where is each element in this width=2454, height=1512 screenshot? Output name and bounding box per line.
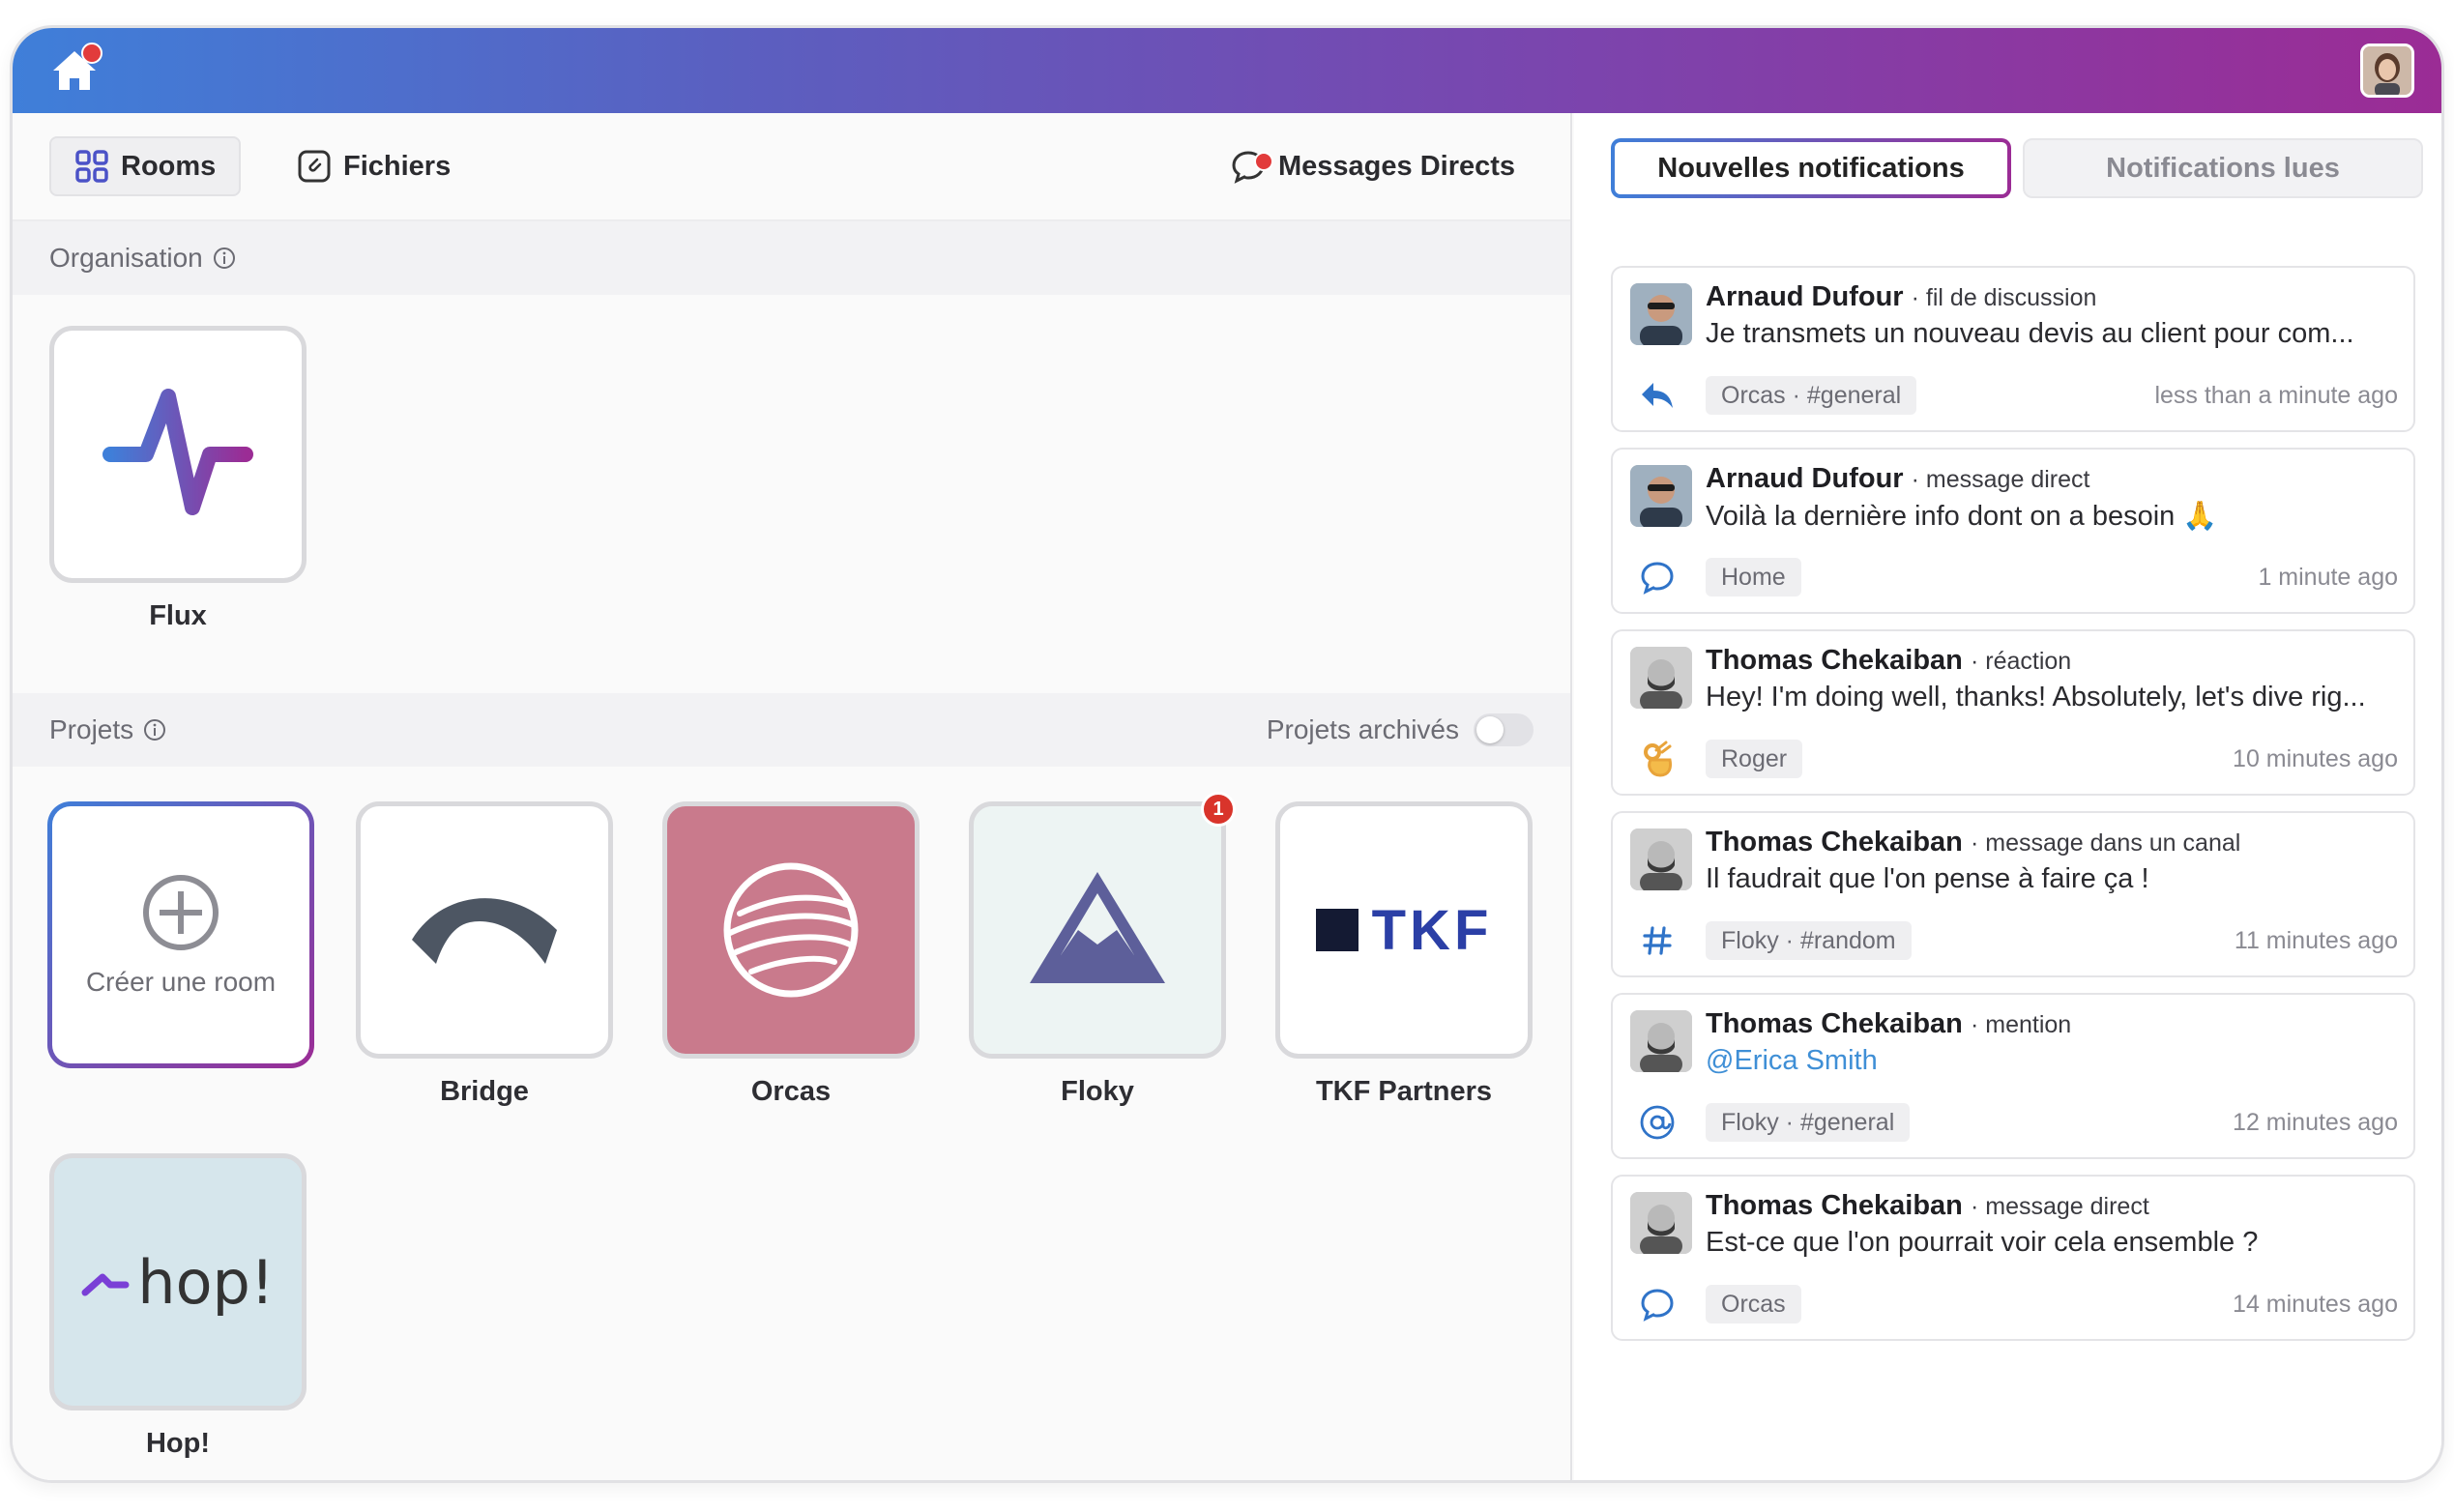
plus-circle-icon	[143, 875, 219, 950]
room-logo-tkf: TKF	[1275, 801, 1533, 1059]
hash-icon	[1638, 921, 1677, 960]
room-tile-flux[interactable]: Flux	[49, 326, 307, 632]
avatar	[1630, 283, 1692, 345]
rooms-tab-label: Rooms	[121, 150, 217, 182]
info-icon[interactable]	[213, 247, 236, 270]
grid-icon	[75, 150, 108, 183]
room-logo-flux	[49, 326, 307, 583]
author-name: Thomas Chekaiban	[1706, 645, 1963, 676]
author-name: Thomas Chekaiban	[1706, 1190, 1963, 1221]
hop-logo-text: hop!	[137, 1246, 275, 1318]
notification-dot	[81, 43, 102, 64]
avatar	[1630, 1010, 1692, 1072]
room-label: Floky	[1061, 1076, 1134, 1107]
notification-type: · fil de discussion	[1911, 284, 2097, 311]
timestamp: 1 minute ago	[2258, 564, 2398, 591]
notification-text: Hey! I'm doing well, thanks! Absolutely,…	[1706, 682, 2366, 712]
timestamp: 10 minutes ago	[2233, 745, 2398, 772]
channel-chip[interactable]: Floky · #general	[1706, 1103, 1911, 1142]
room-label: Bridge	[440, 1076, 529, 1107]
app-window: Rooms Fichiers Messages Directs Organisa…	[10, 25, 2444, 1483]
room-tile-bridge[interactable]: Bridge	[356, 801, 613, 1108]
room-logo-floky	[969, 801, 1226, 1059]
room-logo-orcas	[662, 801, 920, 1059]
notification-item[interactable]: Arnaud Dufour · fil de discussion Je tra…	[1611, 266, 2415, 432]
archived-projects-label: Projets archivés	[1266, 714, 1459, 744]
avatar	[1630, 829, 1692, 890]
author-name: Arnaud Dufour	[1706, 281, 1904, 312]
top-bar	[13, 28, 2441, 113]
room-label: Flux	[149, 600, 207, 631]
notification-text: Est-ce que l'on pourrait voir cela ensem…	[1706, 1227, 2259, 1258]
rooms-panel: Rooms Fichiers Messages Directs Organisa…	[13, 113, 1572, 1480]
notification-text: @Erica Smith	[1706, 1045, 1878, 1076]
projects-header: Projets Projets archivés	[13, 693, 1570, 767]
notification-type: · réaction	[1970, 648, 2072, 675]
organisation-title: Organisation	[49, 243, 203, 273]
notification-type: · mention	[1970, 1011, 2072, 1038]
notification-item[interactable]: Thomas Chekaiban · message direct Est-ce…	[1611, 1175, 2415, 1341]
channel-chip[interactable]: Orcas · #general	[1706, 376, 1917, 415]
author-name: Thomas Chekaiban	[1706, 1008, 1963, 1039]
notification-item[interactable]: Arnaud Dufour · message direct Voilà la …	[1611, 448, 2415, 614]
avatar	[1630, 465, 1692, 527]
room-logo-bridge	[356, 801, 613, 1059]
rooms-nav: Rooms Fichiers Messages Directs	[13, 113, 1570, 221]
room-tile-tkf-partners[interactable]: TKF TKF Partners	[1275, 801, 1533, 1108]
tkf-logo-text: TKF	[1371, 898, 1493, 962]
tab-new-notifications[interactable]: Nouvelles notifications	[1611, 138, 2011, 198]
files-tab[interactable]: Fichiers	[274, 136, 474, 196]
direct-messages-tab[interactable]: Messages Directs	[1207, 136, 1538, 196]
author-name: Arnaud Dufour	[1706, 463, 1904, 494]
channel-chip[interactable]: Floky · #random	[1706, 921, 1912, 960]
create-room-label: Créer une room	[85, 967, 277, 997]
unread-dot	[1254, 152, 1273, 171]
user-avatar[interactable]	[2360, 44, 2414, 98]
notification-text: Je transmets un nouveau devis au client …	[1706, 318, 2354, 349]
channel-chip[interactable]: Roger	[1706, 740, 1803, 778]
room-label: Hop!	[145, 1428, 211, 1459]
notification-item[interactable]: Thomas Chekaiban · mention @Erica Smith …	[1611, 993, 2415, 1159]
notification-type: · message direct	[1970, 1193, 2149, 1220]
notification-item[interactable]: Thomas Chekaiban · réaction Hey! I'm doi…	[1611, 629, 2415, 796]
chat-bubble-icon	[1638, 1285, 1677, 1323]
unread-count-badge: 1	[1201, 792, 1236, 827]
rooms-tab[interactable]: Rooms	[49, 136, 242, 196]
channel-chip[interactable]: Home	[1706, 558, 1801, 596]
notification-type: · message direct	[1911, 466, 2090, 493]
notification-text: Voilà la dernière info dont on a besoin …	[1706, 501, 2218, 532]
tab-read-notifications[interactable]: Notifications lues	[2023, 138, 2423, 198]
archived-projects-toggle[interactable]	[1474, 713, 1534, 746]
at-icon	[1638, 1103, 1677, 1142]
timestamp: 12 minutes ago	[2233, 1109, 2398, 1136]
projects-title: Projets	[49, 714, 134, 744]
avatar	[1630, 647, 1692, 709]
timestamp: 14 minutes ago	[2233, 1291, 2398, 1318]
reply-icon	[1638, 376, 1677, 415]
timestamp: less than a minute ago	[2154, 382, 2398, 409]
room-label: TKF Partners	[1315, 1076, 1493, 1107]
organisation-header: Organisation	[13, 221, 1570, 295]
notification-type: · message dans un canal	[1970, 829, 2241, 857]
room-logo-hop: hop!	[49, 1153, 307, 1410]
tkf-square	[1315, 909, 1358, 951]
room-tile-orcas[interactable]: Orcas	[662, 801, 920, 1108]
info-icon[interactable]	[143, 718, 166, 741]
notification-text: Il faudrait que l'on pense à faire ça !	[1706, 863, 2149, 894]
chat-bubble-icon	[1638, 558, 1677, 596]
notifications-panel: Nouvelles notifications Notifications lu…	[1574, 113, 2441, 1480]
ok-hand-icon	[1638, 740, 1677, 778]
create-room-button[interactable]: Créer une room	[47, 801, 314, 1068]
notification-item[interactable]: Thomas Chekaiban · message dans un canal…	[1611, 811, 2415, 977]
channel-chip[interactable]: Orcas	[1706, 1285, 1801, 1323]
avatar	[1630, 1192, 1692, 1254]
room-tile-floky[interactable]: 1 Floky	[969, 792, 1236, 1108]
author-name: Thomas Chekaiban	[1706, 827, 1963, 858]
room-label: Orcas	[750, 1076, 832, 1107]
file-icon	[298, 150, 331, 183]
room-tile-hop[interactable]: hop! Hop!	[49, 1153, 307, 1460]
direct-messages-label: Messages Directs	[1278, 150, 1516, 182]
files-tab-label: Fichiers	[343, 150, 452, 182]
timestamp: 11 minutes ago	[2234, 927, 2398, 954]
